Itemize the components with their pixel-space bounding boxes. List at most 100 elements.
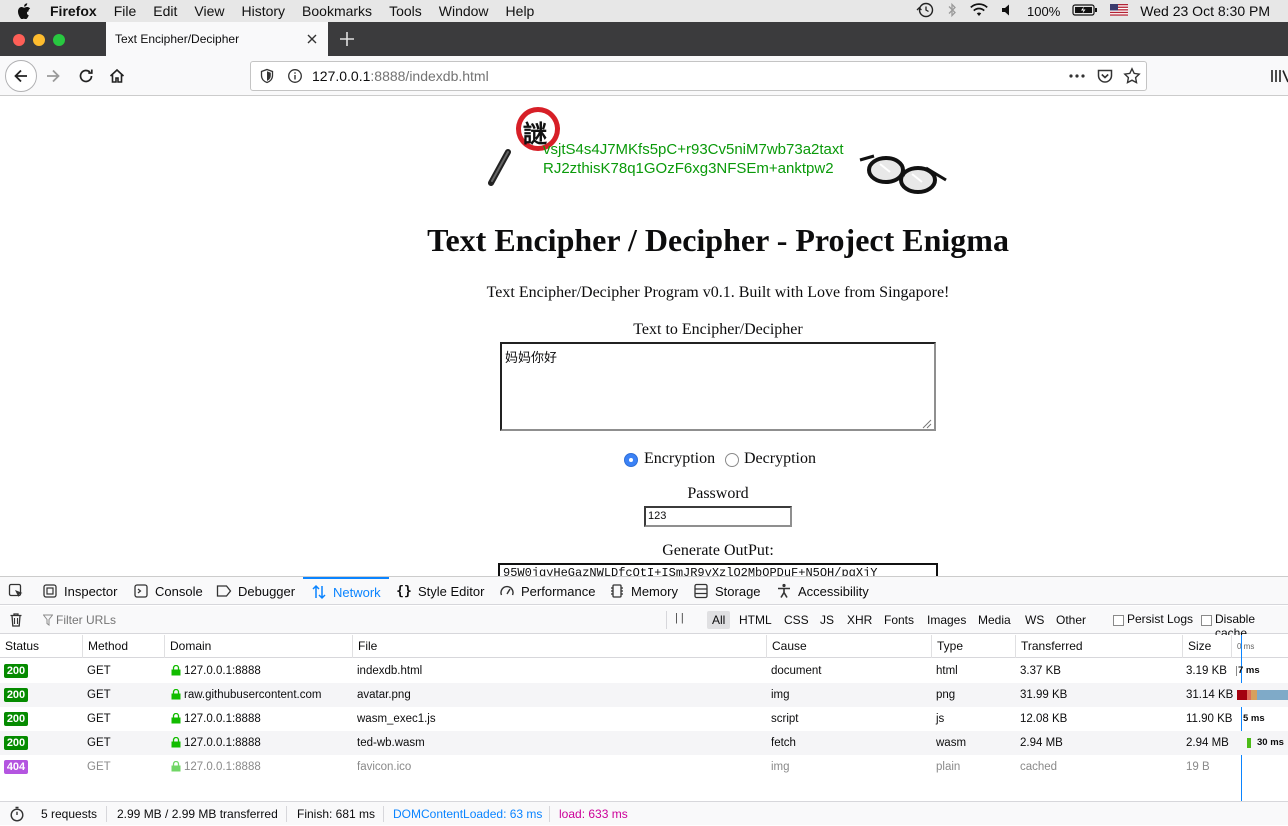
menu-firefox[interactable]: Firefox xyxy=(50,3,97,19)
wifi-icon[interactable] xyxy=(969,2,989,21)
tab-accessibility[interactable]: Accessibility xyxy=(776,577,869,605)
pause-button[interactable]: | | xyxy=(675,612,684,624)
col-waterfall[interactable]: 0 ms xyxy=(1231,635,1254,658)
menu-edit[interactable]: Edit xyxy=(153,3,177,19)
decryption-radio[interactable] xyxy=(725,453,739,467)
filter-images[interactable]: Images xyxy=(922,611,971,629)
col-transferred[interactable]: Transferred xyxy=(1015,635,1083,658)
col-method[interactable]: Method xyxy=(82,635,128,658)
filter-fonts[interactable]: Fonts xyxy=(879,611,919,629)
filter-js[interactable]: JS xyxy=(815,611,839,629)
us-flag-icon[interactable] xyxy=(1110,3,1129,19)
menubar-clock[interactable]: Wed 23 Oct 8:30 PM xyxy=(1140,3,1270,19)
url-text: 127.0.0.1:8888/indexdb.html xyxy=(312,68,489,84)
battery-icon[interactable] xyxy=(1072,3,1098,20)
tab-debugger[interactable]: Debugger xyxy=(216,577,295,605)
filter-urls-input[interactable] xyxy=(56,610,256,630)
col-status[interactable]: Status xyxy=(0,635,39,658)
col-type[interactable]: Type xyxy=(931,635,963,658)
col-file[interactable]: File xyxy=(352,635,377,658)
tab-label: Accessibility xyxy=(798,583,869,599)
maximize-window-button[interactable] xyxy=(53,34,65,46)
table-row[interactable]: 200 GET 127.0.0.1:8888 wasm_exec1.js scr… xyxy=(0,707,1288,731)
tab-performance[interactable]: Performance xyxy=(499,577,595,605)
tab-style-editor[interactable]: {} Style Editor xyxy=(396,577,484,605)
type-cell: js xyxy=(936,713,945,725)
pocket-icon[interactable] xyxy=(1096,68,1114,87)
timing-bar xyxy=(1247,738,1251,748)
menu-window[interactable]: Window xyxy=(439,3,489,19)
minimize-window-button[interactable] xyxy=(33,34,45,46)
reload-button[interactable] xyxy=(72,62,100,90)
tab-memory[interactable]: Memory xyxy=(609,577,678,605)
filter-other[interactable]: Other xyxy=(1051,611,1091,629)
persist-logs-label[interactable]: Persist Logs xyxy=(1127,612,1193,626)
forward-button[interactable] xyxy=(39,62,67,90)
transferred-cell: 2.94 MB xyxy=(1020,737,1063,749)
back-button[interactable] xyxy=(5,60,37,92)
time-machine-icon[interactable] xyxy=(915,2,935,21)
filter-xhr[interactable]: XHR xyxy=(842,611,877,629)
tab-storage[interactable]: Storage xyxy=(693,577,761,605)
transferred-cell: cached xyxy=(1020,761,1058,773)
trash-icon[interactable] xyxy=(9,612,25,628)
filter-ws[interactable]: WS xyxy=(1020,611,1049,629)
timing-label: 7 ms xyxy=(1238,665,1260,676)
col-size[interactable]: Size xyxy=(1182,635,1211,658)
persist-logs-checkbox[interactable] xyxy=(1113,615,1124,626)
tab-strip: Text Encipher/Decipher xyxy=(0,22,1288,56)
site-info-icon[interactable] xyxy=(287,68,303,84)
filter-all[interactable]: All xyxy=(707,611,731,629)
cipher-text-input[interactable]: 妈妈你好 xyxy=(500,342,936,431)
tab-label: Storage xyxy=(715,583,761,599)
menu-tools[interactable]: Tools xyxy=(389,3,422,19)
bluetooth-icon[interactable] xyxy=(947,2,957,21)
apple-icon[interactable] xyxy=(16,3,32,19)
col-domain[interactable]: Domain xyxy=(164,635,211,658)
table-row[interactable]: 200 GET 127.0.0.1:8888 ted-wb.wasm fetch… xyxy=(0,731,1288,755)
url-bar[interactable]: 127.0.0.1:8888/indexdb.html xyxy=(250,61,1147,91)
domain-cell: 127.0.0.1:8888 xyxy=(184,665,261,677)
encryption-label[interactable]: Encryption xyxy=(644,450,715,468)
menu-file[interactable]: File xyxy=(114,3,137,19)
menu-view[interactable]: View xyxy=(194,3,224,19)
menu-history[interactable]: History xyxy=(241,3,285,19)
filter-html[interactable]: HTML xyxy=(734,611,777,629)
close-window-button[interactable] xyxy=(13,34,25,46)
new-tab-icon[interactable] xyxy=(337,29,357,49)
library-icon[interactable] xyxy=(1266,62,1288,90)
browser-tab[interactable]: Text Encipher/Decipher xyxy=(106,22,328,56)
table-row[interactable]: 404 GET 127.0.0.1:8888 favicon.ico img p… xyxy=(0,755,1288,779)
page-actions-icon[interactable] xyxy=(1068,68,1086,87)
stopwatch-icon[interactable] xyxy=(9,806,25,822)
password-input[interactable]: 123 xyxy=(644,506,792,527)
resize-handle-icon[interactable] xyxy=(922,417,932,429)
method-cell: GET xyxy=(87,737,111,749)
network-summary-bar: 5 requests 2.99 MB / 2.99 MB transferred… xyxy=(0,801,1288,825)
menu-bookmarks[interactable]: Bookmarks xyxy=(302,3,372,19)
dom-content-loaded-time: DOMContentLoaded: 63 ms xyxy=(393,807,543,821)
col-cause[interactable]: Cause xyxy=(766,635,807,658)
tab-network[interactable]: Network xyxy=(303,577,389,605)
encryption-radio[interactable] xyxy=(624,453,638,467)
home-button[interactable] xyxy=(103,62,131,90)
console-icon xyxy=(133,583,149,599)
disable-cache-checkbox[interactable] xyxy=(1201,615,1212,626)
table-row[interactable]: 200 GET 127.0.0.1:8888 indexdb.html docu… xyxy=(0,659,1288,683)
tab-inspector[interactable]: Inspector xyxy=(42,577,117,605)
table-row[interactable]: 200 GET raw.githubusercontent.com avatar… xyxy=(0,683,1288,707)
domain-cell: 127.0.0.1:8888 xyxy=(184,737,261,749)
menu-help[interactable]: Help xyxy=(506,3,535,19)
volume-icon[interactable] xyxy=(1001,2,1015,21)
timing-label: 5 ms xyxy=(1243,713,1265,724)
bookmark-star-icon[interactable] xyxy=(1123,67,1141,88)
filter-media[interactable]: Media xyxy=(973,611,1016,629)
tab-console[interactable]: Console xyxy=(133,577,203,605)
decryption-label[interactable]: Decryption xyxy=(744,450,816,468)
filter-css[interactable]: CSS xyxy=(779,611,814,629)
tracking-shield-icon[interactable] xyxy=(259,68,275,84)
element-picker-icon[interactable] xyxy=(8,583,24,599)
close-tab-icon[interactable] xyxy=(304,31,320,47)
transferred-cell: 3.37 KB xyxy=(1020,665,1061,677)
output-field[interactable]: 95W0jgyHeGazNWLDfcQtI+ISmJR9yXzlO2MbOPDu… xyxy=(498,563,938,576)
